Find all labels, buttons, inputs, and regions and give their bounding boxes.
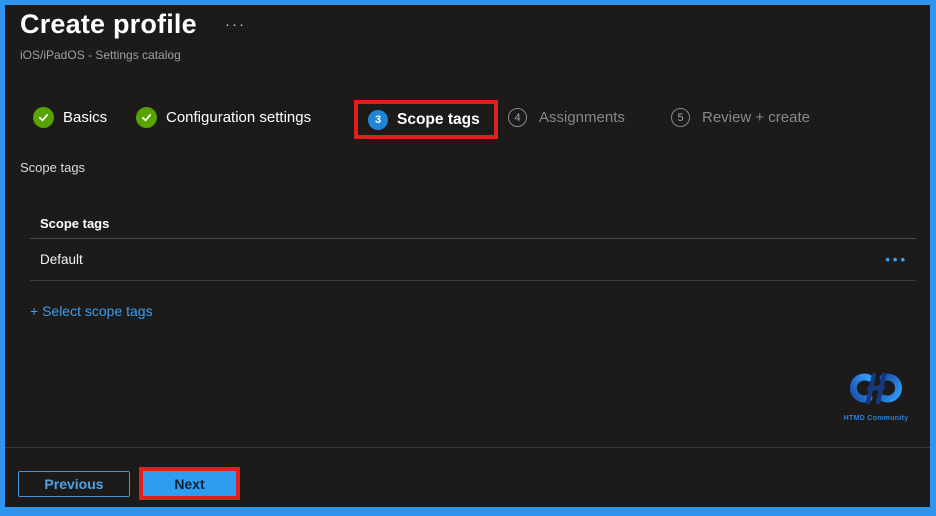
step-4-badge: 4	[508, 108, 527, 127]
row-context-menu-icon[interactable]: •••	[885, 253, 908, 266]
create-profile-window: Create profile ··· iOS/iPadOS - Settings…	[0, 0, 936, 516]
page-subtitle: iOS/iPadOS - Settings catalog	[20, 48, 181, 62]
tab-configuration-settings[interactable]: Configuration settings	[136, 107, 311, 128]
page-title: Create profile	[20, 9, 197, 39]
scope-tag-value: Default	[40, 252, 83, 267]
previous-button[interactable]: Previous	[18, 471, 130, 497]
scope-tags-table: Scope tags Default •••	[30, 209, 916, 281]
highlight-box-next: Next	[139, 467, 240, 500]
tab-assignments-label: Assignments	[539, 109, 625, 126]
tab-basics[interactable]: Basics	[33, 107, 107, 128]
tab-review-create[interactable]: 5 Review + create	[671, 108, 810, 127]
htmd-logo-text: HTMD Community	[843, 415, 909, 422]
htmd-community-logo: HTMD Community	[835, 371, 917, 422]
check-icon	[136, 107, 157, 128]
step-5-badge: 5	[671, 108, 690, 127]
footer-divider	[5, 447, 930, 448]
scope-tags-section-label: Scope tags	[20, 160, 86, 175]
step-3-badge: 3	[368, 109, 388, 130]
htmd-logo-icon	[849, 372, 903, 405]
table-column-header: Scope tags	[30, 209, 916, 239]
tab-configuration-settings-label: Configuration settings	[166, 109, 312, 126]
check-icon	[33, 107, 54, 128]
tab-scope-tags[interactable]: 3 Scope tags	[368, 109, 480, 130]
tab-basics-label: Basics	[63, 109, 108, 126]
select-scope-tags-link[interactable]: + Select scope tags	[30, 303, 153, 319]
highlight-box-scope-tags: 3 Scope tags	[354, 100, 498, 139]
table-row[interactable]: Default •••	[30, 239, 916, 281]
next-button[interactable]: Next	[143, 471, 236, 496]
tab-assignments[interactable]: 4 Assignments	[508, 108, 625, 127]
more-options-icon[interactable]: ···	[225, 16, 246, 33]
tab-scope-tags-label: Scope tags	[397, 110, 480, 128]
tab-review-create-label: Review + create	[702, 109, 810, 126]
